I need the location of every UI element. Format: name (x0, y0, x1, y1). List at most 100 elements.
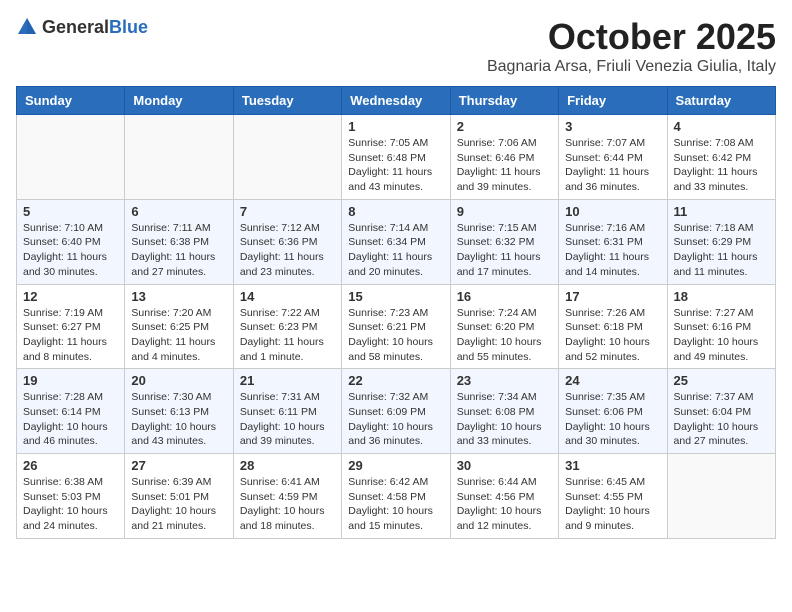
calendar-day-cell: 18 Sunrise: 7:27 AM Sunset: 6:16 PM Dayli… (667, 284, 775, 369)
day-number: 11 (674, 204, 769, 219)
day-number: 12 (23, 289, 118, 304)
day-info: Sunrise: 7:11 AM Sunset: 6:38 PM Dayligh… (131, 221, 226, 280)
day-number: 9 (457, 204, 552, 219)
calendar-day-cell: 2 Sunrise: 7:06 AM Sunset: 6:46 PM Daylig… (450, 115, 558, 200)
calendar-week-row: 12 Sunrise: 7:19 AM Sunset: 6:27 PM Dayli… (17, 284, 776, 369)
day-info: Sunrise: 7:18 AM Sunset: 6:29 PM Dayligh… (674, 221, 769, 280)
calendar-day-cell: 22 Sunrise: 7:32 AM Sunset: 6:09 PM Dayli… (342, 369, 450, 454)
calendar-day-cell (667, 454, 775, 539)
day-info: Sunrise: 6:38 AM Sunset: 5:03 PM Dayligh… (23, 475, 118, 534)
day-header-friday: Friday (559, 87, 667, 115)
day-info: Sunrise: 7:30 AM Sunset: 6:13 PM Dayligh… (131, 390, 226, 449)
day-number: 27 (131, 458, 226, 473)
day-info: Sunrise: 7:06 AM Sunset: 6:46 PM Dayligh… (457, 136, 552, 195)
calendar-day-cell (125, 115, 233, 200)
calendar-day-cell: 29Sunrise: 6:42 AM Sunset: 4:58 PM Dayli… (342, 454, 450, 539)
day-header-tuesday: Tuesday (233, 87, 341, 115)
day-number: 21 (240, 373, 335, 388)
calendar-day-cell (17, 115, 125, 200)
day-number: 10 (565, 204, 660, 219)
title-area: October 2025 Bagnaria Arsa, Friuli Venez… (487, 16, 776, 76)
day-info: Sunrise: 7:07 AM Sunset: 6:44 PM Dayligh… (565, 136, 660, 195)
day-info: Sunrise: 7:28 AM Sunset: 6:14 PM Dayligh… (23, 390, 118, 449)
day-info: Sunrise: 7:05 AM Sunset: 6:48 PM Dayligh… (348, 136, 443, 195)
day-info: Sunrise: 7:19 AM Sunset: 6:27 PM Dayligh… (23, 306, 118, 365)
calendar-week-row: 19 Sunrise: 7:28 AM Sunset: 6:14 PM Dayli… (17, 369, 776, 454)
day-number: 2 (457, 119, 552, 134)
calendar-day-cell (233, 115, 341, 200)
calendar-day-cell: 21Sunrise: 7:31 AM Sunset: 6:11 PM Dayli… (233, 369, 341, 454)
calendar-day-cell: 9 Sunrise: 7:15 AM Sunset: 6:32 PM Daylig… (450, 199, 558, 284)
calendar-header-row: SundayMondayTuesdayWednesdayThursdayFrid… (17, 87, 776, 115)
day-info: Sunrise: 6:45 AM Sunset: 4:55 PM Dayligh… (565, 475, 660, 534)
day-number: 19 (23, 373, 118, 388)
calendar-day-cell: 20Sunrise: 7:30 AM Sunset: 6:13 PM Dayli… (125, 369, 233, 454)
day-info: Sunrise: 7:14 AM Sunset: 6:34 PM Dayligh… (348, 221, 443, 280)
calendar-day-cell: 4 Sunrise: 7:08 AM Sunset: 6:42 PM Daylig… (667, 115, 775, 200)
day-number: 13 (131, 289, 226, 304)
day-info: Sunrise: 7:37 AM Sunset: 6:04 PM Dayligh… (674, 390, 769, 449)
day-number: 17 (565, 289, 660, 304)
calendar-day-cell: 12 Sunrise: 7:19 AM Sunset: 6:27 PM Dayli… (17, 284, 125, 369)
calendar-week-row: 5 Sunrise: 7:10 AM Sunset: 6:40 PM Daylig… (17, 199, 776, 284)
logo-icon (16, 16, 38, 38)
day-info: Sunrise: 7:27 AM Sunset: 6:16 PM Dayligh… (674, 306, 769, 365)
day-number: 6 (131, 204, 226, 219)
day-number: 4 (674, 119, 769, 134)
day-number: 31 (565, 458, 660, 473)
day-number: 5 (23, 204, 118, 219)
header: GeneralBlue October 2025 Bagnaria Arsa, … (16, 16, 776, 76)
calendar-table: SundayMondayTuesdayWednesdayThursdayFrid… (16, 86, 776, 539)
calendar-day-cell: 7 Sunrise: 7:12 AM Sunset: 6:36 PM Daylig… (233, 199, 341, 284)
calendar-week-row: 1 Sunrise: 7:05 AM Sunset: 6:48 PM Daylig… (17, 115, 776, 200)
day-info: Sunrise: 7:08 AM Sunset: 6:42 PM Dayligh… (674, 136, 769, 195)
calendar-day-cell: 17 Sunrise: 7:26 AM Sunset: 6:18 PM Dayli… (559, 284, 667, 369)
calendar-day-cell: 1 Sunrise: 7:05 AM Sunset: 6:48 PM Daylig… (342, 115, 450, 200)
subtitle: Bagnaria Arsa, Friuli Venezia Giulia, It… (487, 58, 776, 76)
calendar-day-cell: 19 Sunrise: 7:28 AM Sunset: 6:14 PM Dayli… (17, 369, 125, 454)
day-number: 14 (240, 289, 335, 304)
day-number: 16 (457, 289, 552, 304)
day-info: Sunrise: 7:32 AM Sunset: 6:09 PM Dayligh… (348, 390, 443, 449)
calendar-day-cell: 13 Sunrise: 7:20 AM Sunset: 6:25 PM Dayli… (125, 284, 233, 369)
calendar-day-cell: 8 Sunrise: 7:14 AM Sunset: 6:34 PM Daylig… (342, 199, 450, 284)
calendar-day-cell: 30Sunrise: 6:44 AM Sunset: 4:56 PM Dayli… (450, 454, 558, 539)
day-info: Sunrise: 7:26 AM Sunset: 6:18 PM Dayligh… (565, 306, 660, 365)
day-number: 22 (348, 373, 443, 388)
day-number: 7 (240, 204, 335, 219)
calendar-day-cell: 31 Sunrise: 6:45 AM Sunset: 4:55 PM Dayli… (559, 454, 667, 539)
day-info: Sunrise: 6:39 AM Sunset: 5:01 PM Dayligh… (131, 475, 226, 534)
day-info: Sunrise: 7:10 AM Sunset: 6:40 PM Dayligh… (23, 221, 118, 280)
day-info: Sunrise: 7:22 AM Sunset: 6:23 PM Dayligh… (240, 306, 335, 365)
day-info: Sunrise: 7:23 AM Sunset: 6:21 PM Dayligh… (348, 306, 443, 365)
day-number: 15 (348, 289, 443, 304)
calendar-day-cell: 3Sunrise: 7:07 AM Sunset: 6:44 PM Daylig… (559, 115, 667, 200)
calendar-day-cell: 16 Sunrise: 7:24 AM Sunset: 6:20 PM Dayli… (450, 284, 558, 369)
calendar-day-cell: 23Sunrise: 7:34 AM Sunset: 6:08 PM Dayli… (450, 369, 558, 454)
logo: GeneralBlue (16, 16, 148, 38)
day-info: Sunrise: 7:34 AM Sunset: 6:08 PM Dayligh… (457, 390, 552, 449)
day-header-saturday: Saturday (667, 87, 775, 115)
day-number: 30 (457, 458, 552, 473)
day-info: Sunrise: 7:24 AM Sunset: 6:20 PM Dayligh… (457, 306, 552, 365)
day-info: Sunrise: 6:42 AM Sunset: 4:58 PM Dayligh… (348, 475, 443, 534)
calendar-day-cell: 25Sunrise: 7:37 AM Sunset: 6:04 PM Dayli… (667, 369, 775, 454)
day-number: 8 (348, 204, 443, 219)
calendar-day-cell: 14 Sunrise: 7:22 AM Sunset: 6:23 PM Dayli… (233, 284, 341, 369)
calendar-day-cell: 15 Sunrise: 7:23 AM Sunset: 6:21 PM Dayli… (342, 284, 450, 369)
day-number: 1 (348, 119, 443, 134)
calendar-day-cell: 26 Sunrise: 6:38 AM Sunset: 5:03 PM Dayli… (17, 454, 125, 539)
day-info: Sunrise: 7:15 AM Sunset: 6:32 PM Dayligh… (457, 221, 552, 280)
day-info: Sunrise: 7:12 AM Sunset: 6:36 PM Dayligh… (240, 221, 335, 280)
day-header-monday: Monday (125, 87, 233, 115)
day-number: 28 (240, 458, 335, 473)
day-number: 18 (674, 289, 769, 304)
calendar-day-cell: 5 Sunrise: 7:10 AM Sunset: 6:40 PM Daylig… (17, 199, 125, 284)
day-info: Sunrise: 7:20 AM Sunset: 6:25 PM Dayligh… (131, 306, 226, 365)
calendar-day-cell: 28 Sunrise: 6:41 AM Sunset: 4:59 PM Dayli… (233, 454, 341, 539)
day-info: Sunrise: 7:16 AM Sunset: 6:31 PM Dayligh… (565, 221, 660, 280)
day-number: 26 (23, 458, 118, 473)
day-info: Sunrise: 6:41 AM Sunset: 4:59 PM Dayligh… (240, 475, 335, 534)
month-title: October 2025 (487, 16, 776, 58)
day-header-sunday: Sunday (17, 87, 125, 115)
